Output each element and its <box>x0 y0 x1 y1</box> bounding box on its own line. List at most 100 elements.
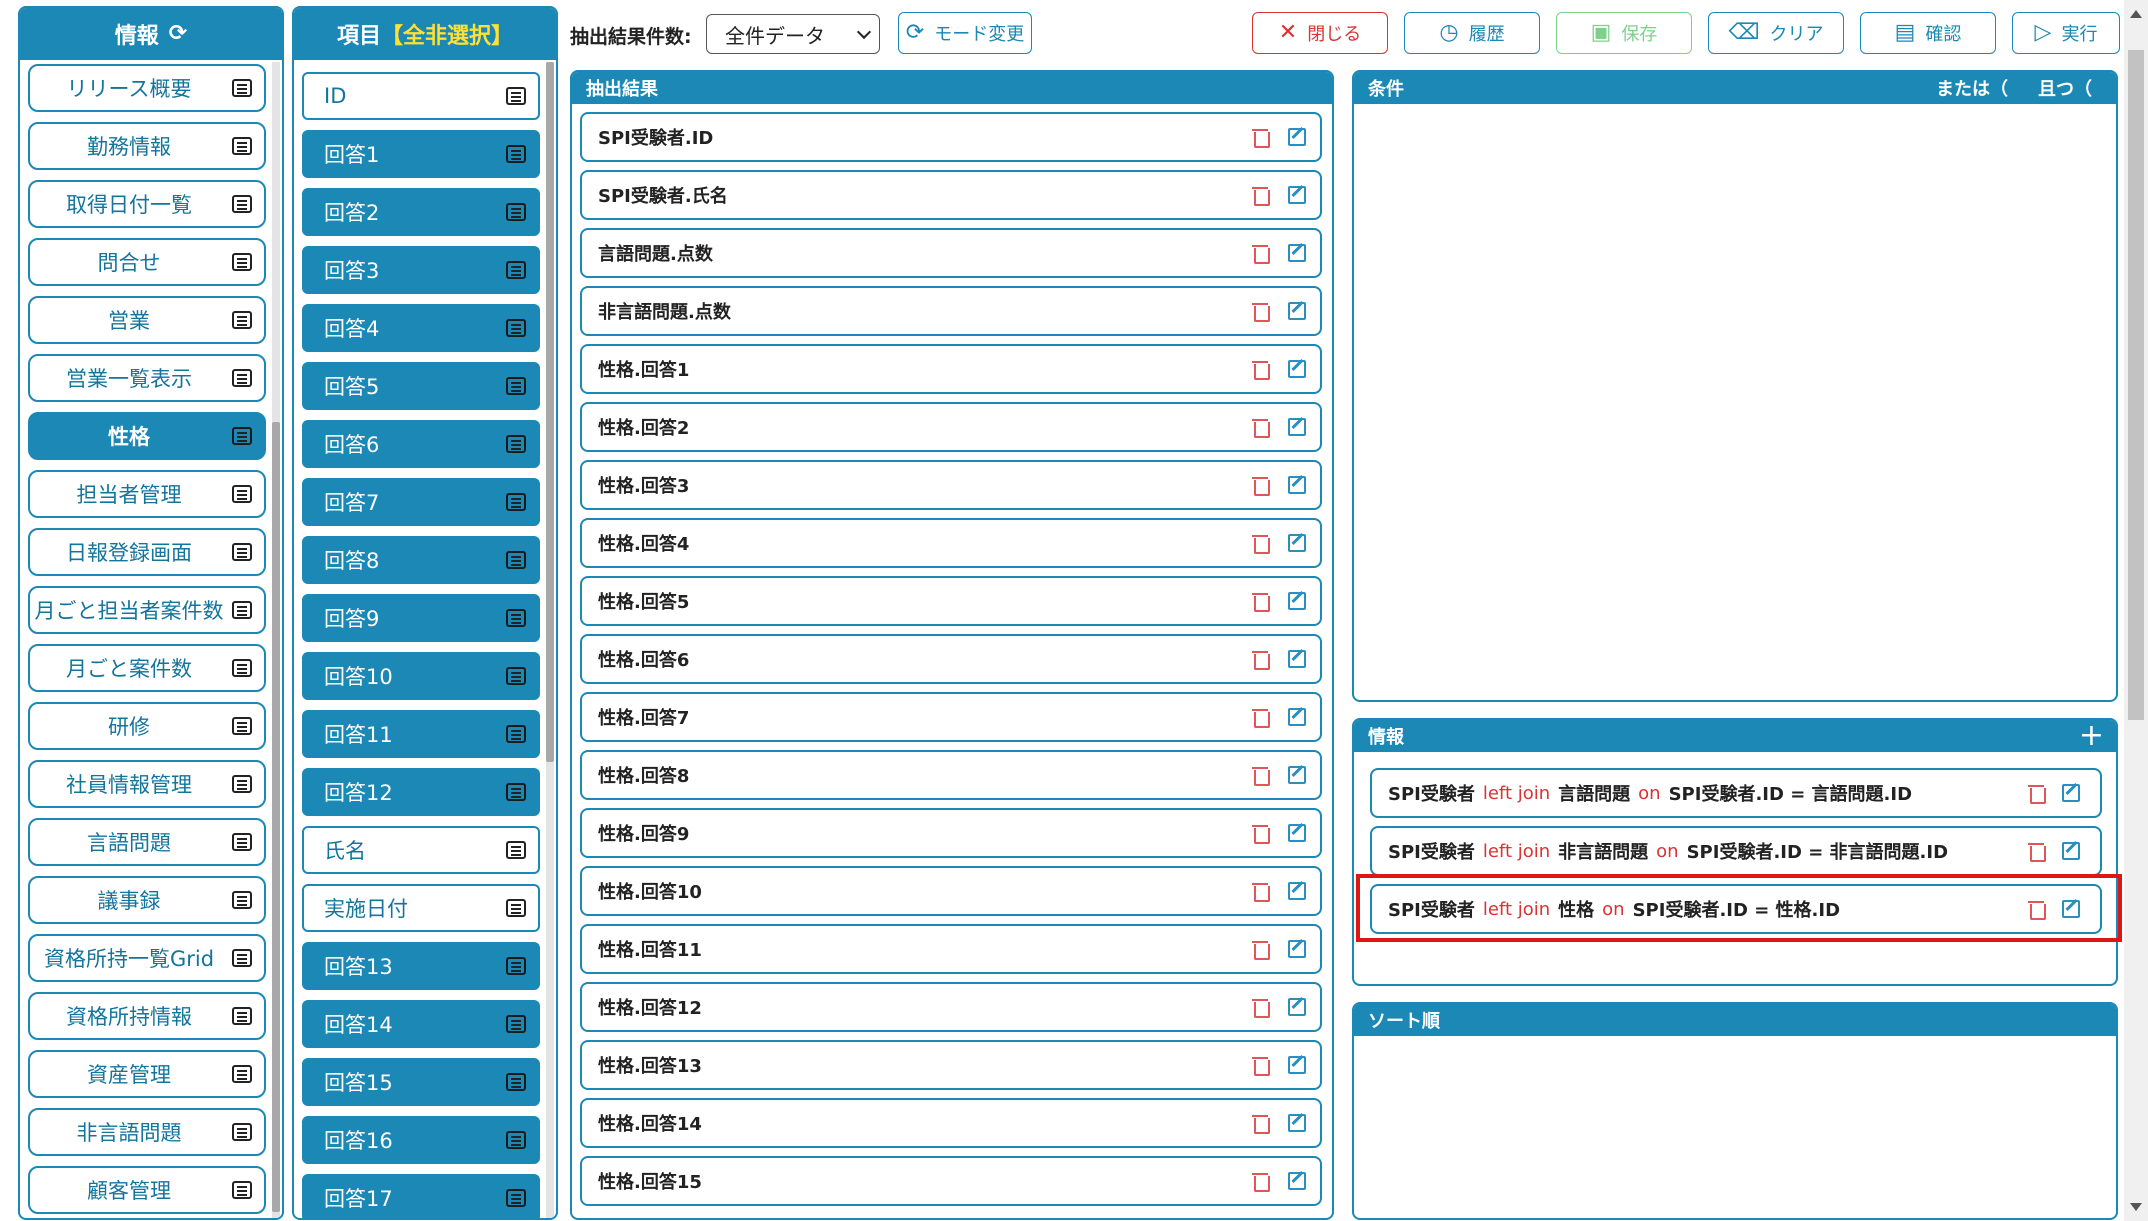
field-item[interactable]: 回答1 <box>302 130 540 178</box>
trash-icon[interactable] <box>1252 1113 1270 1134</box>
page-scroll-thumb[interactable] <box>2128 50 2144 720</box>
list-icon[interactable] <box>506 783 526 801</box>
list-icon[interactable] <box>232 369 252 387</box>
result-row[interactable]: 性格.回答7 <box>580 692 1322 742</box>
fields-scrollbar[interactable] <box>546 62 554 1218</box>
field-item[interactable]: 回答3 <box>302 246 540 294</box>
trash-icon[interactable] <box>2028 783 2046 804</box>
list-icon[interactable] <box>232 775 252 793</box>
edit-icon[interactable] <box>1288 360 1306 378</box>
list-icon[interactable] <box>506 899 526 917</box>
list-icon[interactable] <box>506 841 526 859</box>
trash-icon[interactable] <box>1252 1055 1270 1076</box>
result-row[interactable]: 性格.回答10 <box>580 866 1322 916</box>
field-item[interactable]: 回答2 <box>302 188 540 236</box>
list-icon[interactable] <box>506 377 526 395</box>
list-icon[interactable] <box>506 435 526 453</box>
edit-icon[interactable] <box>1288 128 1306 146</box>
sidebar-item[interactable]: 営業 <box>28 296 266 344</box>
result-row[interactable]: 性格.回答12 <box>580 982 1322 1032</box>
or-group-button[interactable]: または（ <box>1936 75 2008 101</box>
scroll-down-arrow-icon[interactable] <box>2130 1203 2142 1211</box>
field-item[interactable]: 実施日付 <box>302 884 540 932</box>
sidebar-item[interactable]: 勤務情報 <box>28 122 266 170</box>
field-item[interactable]: 回答16 <box>302 1116 540 1164</box>
list-icon[interactable] <box>232 1007 252 1025</box>
edit-icon[interactable] <box>2062 784 2080 802</box>
close-button[interactable]: ✕ 閉じる <box>1252 12 1388 54</box>
edit-icon[interactable] <box>1288 302 1306 320</box>
edit-icon[interactable] <box>1288 1172 1306 1190</box>
field-item[interactable]: 回答6 <box>302 420 540 468</box>
edit-icon[interactable] <box>1288 1114 1306 1132</box>
edit-icon[interactable] <box>1288 592 1306 610</box>
list-icon[interactable] <box>506 203 526 221</box>
field-item[interactable]: 回答12 <box>302 768 540 816</box>
field-item[interactable]: 回答7 <box>302 478 540 526</box>
edit-icon[interactable] <box>1288 534 1306 552</box>
sidebar-item[interactable]: 取得日付一覧 <box>28 180 266 228</box>
result-row[interactable]: SPI受験者.氏名 <box>580 170 1322 220</box>
trash-icon[interactable] <box>1252 1171 1270 1192</box>
list-icon[interactable] <box>232 311 252 329</box>
list-icon[interactable] <box>232 891 252 909</box>
sidebar-item[interactable]: 研修 <box>28 702 266 750</box>
list-icon[interactable] <box>506 493 526 511</box>
field-item[interactable]: 回答17 <box>302 1174 540 1218</box>
sidebar-item[interactable]: 営業一覧表示 <box>28 354 266 402</box>
trash-icon[interactable] <box>1252 649 1270 670</box>
sidebar-item[interactable]: リリース概要 <box>28 64 266 112</box>
result-row[interactable]: 性格.回答9 <box>580 808 1322 858</box>
list-icon[interactable] <box>506 551 526 569</box>
trash-icon[interactable] <box>1252 533 1270 554</box>
trash-icon[interactable] <box>1252 707 1270 728</box>
result-row[interactable]: SPI受験者.ID <box>580 112 1322 162</box>
clear-button[interactable]: ⌫ クリア <box>1708 12 1844 54</box>
result-row[interactable]: 非言語問題.点数 <box>580 286 1322 336</box>
list-icon[interactable] <box>232 659 252 677</box>
list-icon[interactable] <box>506 1073 526 1091</box>
list-icon[interactable] <box>506 957 526 975</box>
edit-icon[interactable] <box>1288 476 1306 494</box>
list-icon[interactable] <box>232 195 252 213</box>
edit-icon[interactable] <box>1288 650 1306 668</box>
trash-icon[interactable] <box>1252 243 1270 264</box>
list-icon[interactable] <box>232 833 252 851</box>
mode-change-button[interactable]: ⟳ モード変更 <box>898 12 1032 54</box>
field-item[interactable]: 回答11 <box>302 710 540 758</box>
list-icon[interactable] <box>232 949 252 967</box>
trash-icon[interactable] <box>1252 185 1270 206</box>
edit-icon[interactable] <box>1288 244 1306 262</box>
list-icon[interactable] <box>232 427 252 445</box>
fields-scroll-thumb[interactable] <box>546 62 554 762</box>
result-row[interactable]: 性格.回答3 <box>580 460 1322 510</box>
list-icon[interactable] <box>232 1123 252 1141</box>
field-item[interactable]: 回答9 <box>302 594 540 642</box>
refresh-icon[interactable]: ⟳ <box>169 23 187 45</box>
list-icon[interactable] <box>232 717 252 735</box>
result-row[interactable]: 性格.回答13 <box>580 1040 1322 1090</box>
sidebar-item[interactable]: 問合せ <box>28 238 266 286</box>
result-row[interactable]: 性格.回答11 <box>580 924 1322 974</box>
trash-icon[interactable] <box>1252 591 1270 612</box>
edit-icon[interactable] <box>1288 186 1306 204</box>
list-icon[interactable] <box>506 609 526 627</box>
sidebar-item[interactable]: 非言語問題 <box>28 1108 266 1156</box>
edit-icon[interactable] <box>1288 766 1306 784</box>
edit-icon[interactable] <box>1288 882 1306 900</box>
list-icon[interactable] <box>506 725 526 743</box>
list-icon[interactable] <box>232 485 252 503</box>
sidebar-item[interactable]: 担当者管理 <box>28 470 266 518</box>
result-row[interactable]: 性格.回答15 <box>580 1156 1322 1206</box>
field-item[interactable]: 氏名 <box>302 826 540 874</box>
trash-icon[interactable] <box>1252 823 1270 844</box>
list-icon[interactable] <box>506 261 526 279</box>
trash-icon[interactable] <box>1252 127 1270 148</box>
sidebar-item[interactable]: 日報登録画面 <box>28 528 266 576</box>
sidebar-item[interactable]: 月ごと担当者案件数 <box>28 586 266 634</box>
trash-icon[interactable] <box>1252 359 1270 380</box>
save-button[interactable]: ▣ 保存 <box>1556 12 1692 54</box>
edit-icon[interactable] <box>1288 418 1306 436</box>
list-icon[interactable] <box>506 319 526 337</box>
sidebar-item[interactable]: 月ごと案件数 <box>28 644 266 692</box>
